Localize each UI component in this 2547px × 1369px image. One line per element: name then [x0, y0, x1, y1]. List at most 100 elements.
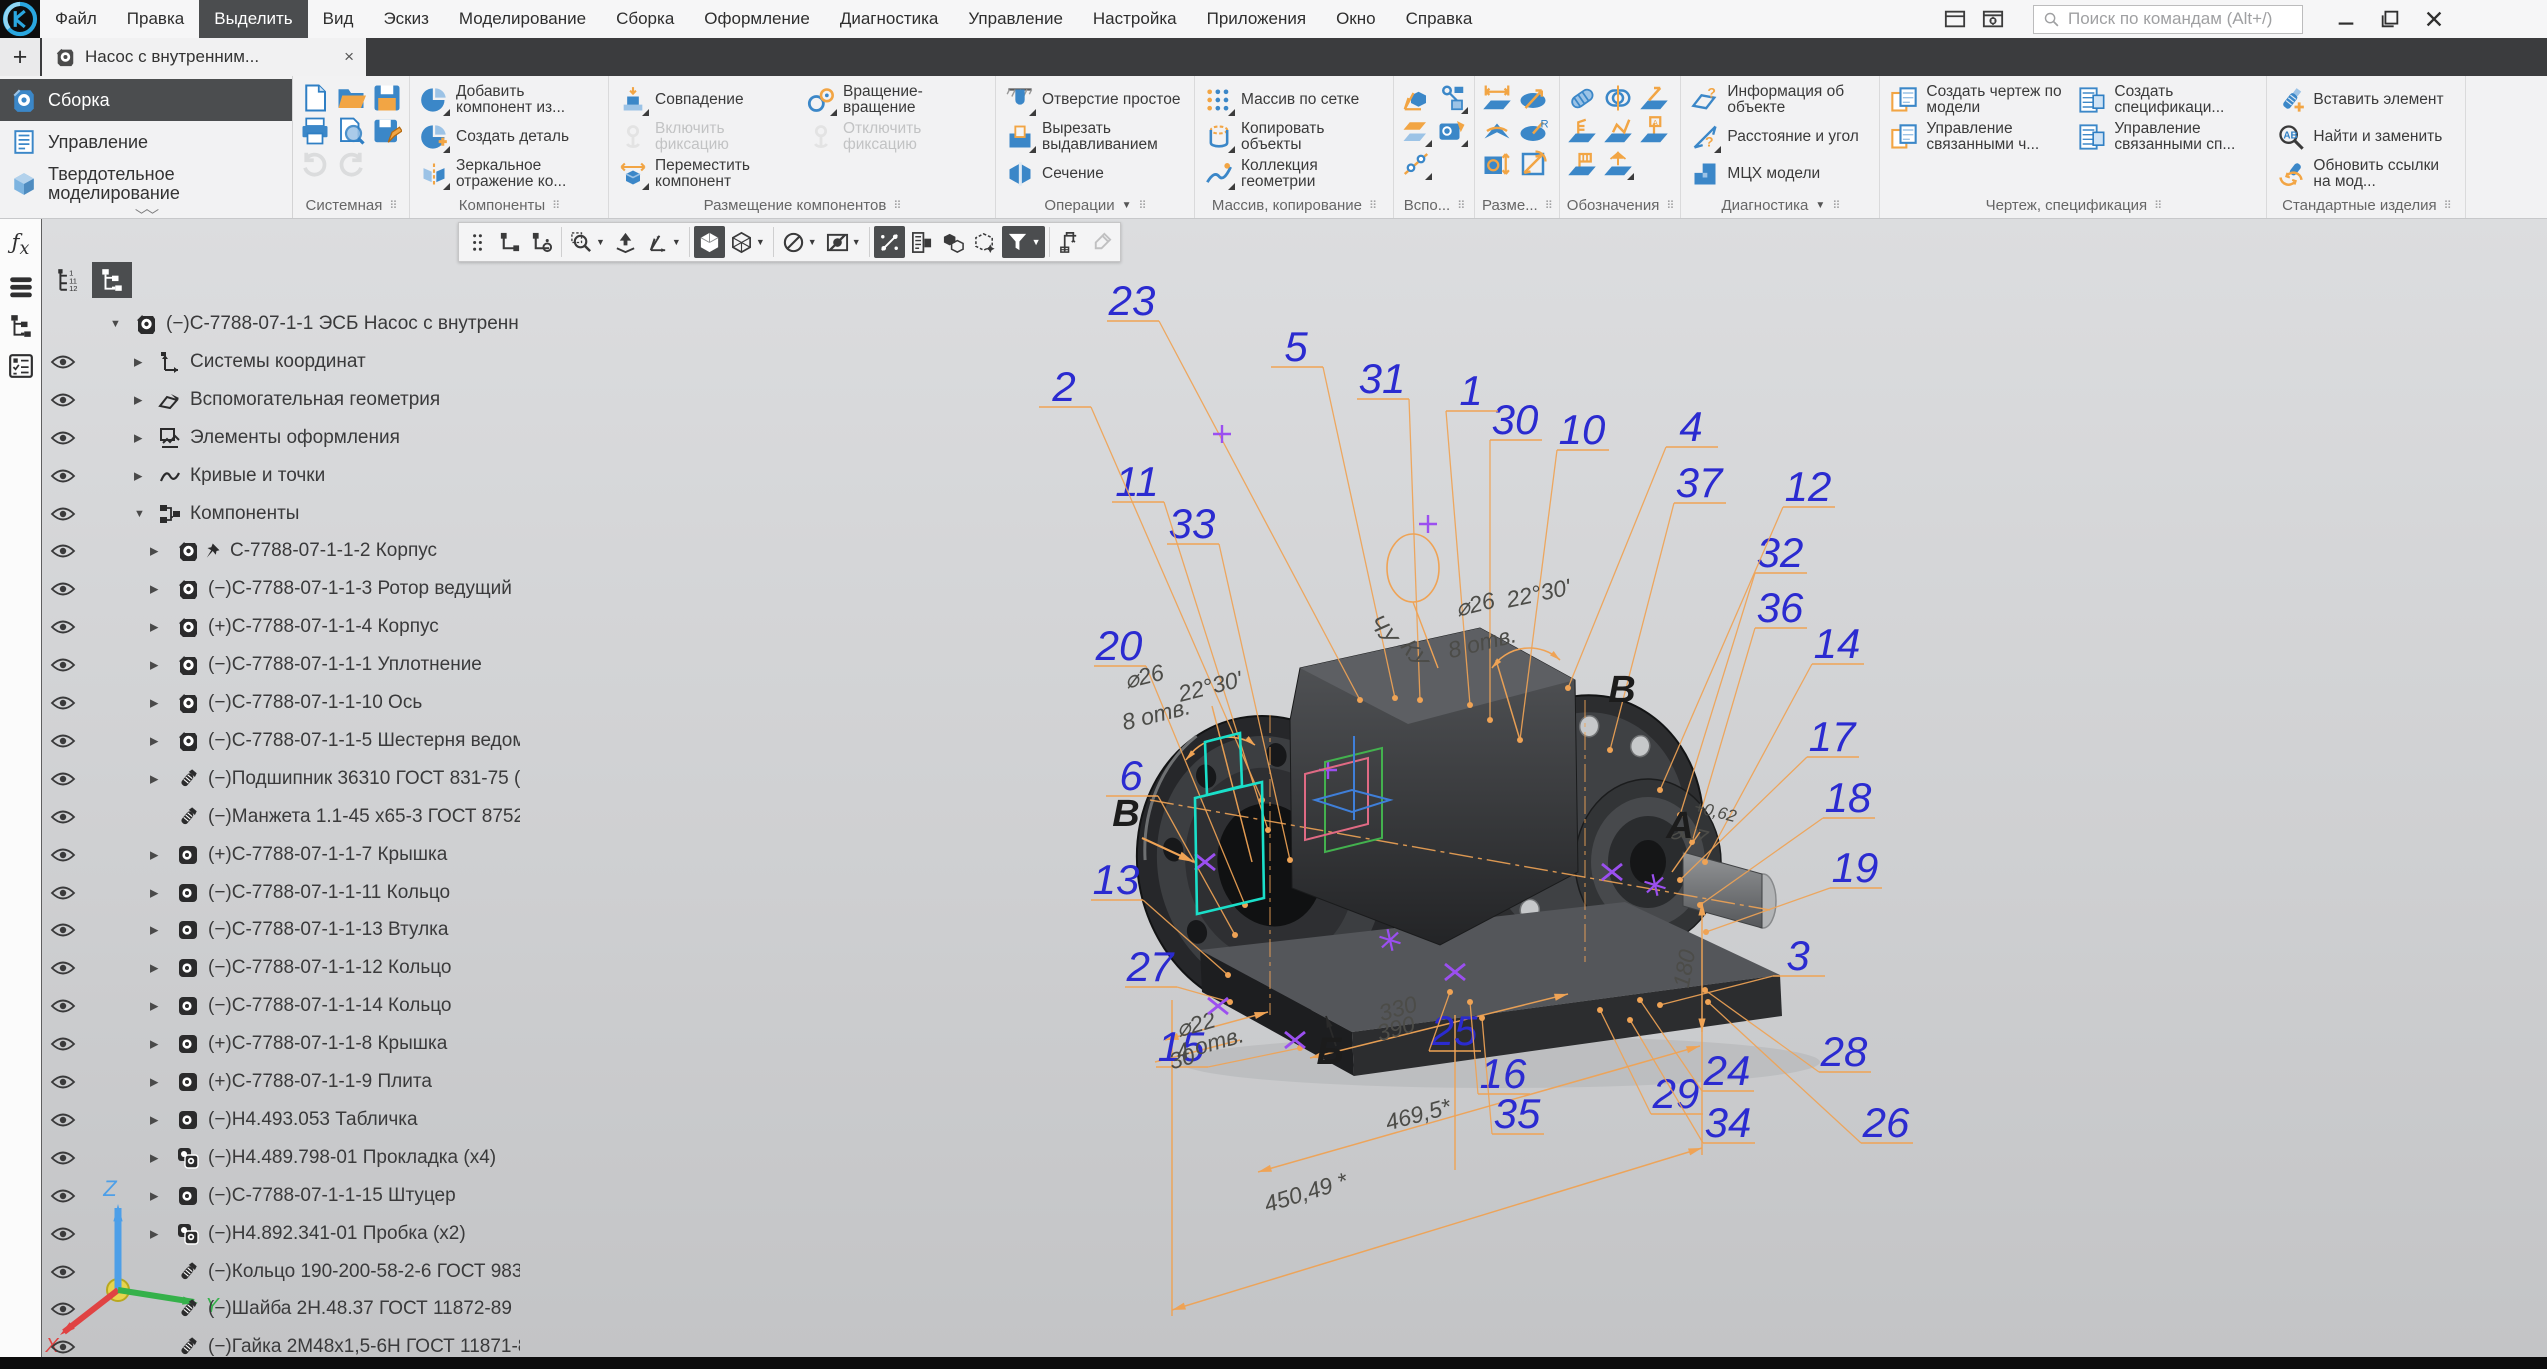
filter-objects-button[interactable]: ▼	[1001, 226, 1045, 258]
ribbon-icon-point-line[interactable]	[1401, 149, 1432, 180]
visibility-eye-icon[interactable]	[50, 1149, 76, 1166]
visibility-eye-icon[interactable]	[50, 1187, 76, 1204]
tree-group-components[interactable]: ▼ Компоненты	[42, 495, 520, 533]
ribbon-button-distance-angle[interactable]: Расстояние и угол	[1688, 118, 1872, 155]
expand-arrow[interactable]: ▶	[150, 1000, 158, 1013]
window-settings-icon[interactable]	[1981, 8, 2005, 30]
expand-arrow[interactable]: ▶	[150, 886, 158, 899]
tree-component[interactable]: ▶ (−)С-7788-07-1-1-15 Штуцер	[42, 1177, 520, 1215]
expand-arrow[interactable]: ▶	[150, 848, 158, 861]
ribbon-icon-mark-leader[interactable]	[1639, 83, 1669, 113]
tree-component[interactable]: ▶ (−)С-7788-07-1-1-5 Шестерня ведомая	[42, 722, 520, 760]
mode-management-mode[interactable]: Управление	[0, 121, 292, 163]
visibility-eye-icon[interactable]	[50, 1111, 76, 1128]
ribbon-icon-mark-roughness[interactable]	[1567, 83, 1597, 113]
crane-library-button[interactable]	[1054, 226, 1085, 258]
ribbon-icon-dim-diameter[interactable]	[1518, 83, 1548, 113]
visibility-eye-icon[interactable]	[50, 884, 76, 901]
mode-solid-modeling-mode[interactable]: Твердотельное моделирование	[0, 163, 292, 205]
visibility-eye-icon[interactable]	[50, 1301, 76, 1318]
tree-component[interactable]: ▶ (−)С-7788-07-1-1-11 Кольцо	[42, 874, 520, 912]
collapse-panel-button[interactable]: ﹀﹀	[0, 205, 292, 223]
tree-component[interactable]: ▶ (−)С-7788-07-1-1-13 Втулка	[42, 911, 520, 949]
ribbon-button-mate-coincident[interactable]: Совпадение	[616, 81, 800, 118]
tree-component[interactable]: ▶ (−)Н4.493.053 Табличка	[42, 1101, 520, 1139]
visibility-eye-icon[interactable]	[50, 1339, 76, 1356]
hide-objects-button[interactable]: ▼	[778, 226, 821, 258]
tree-component[interactable]: (−)Кольцо 190-200-58-2-6 ГОСТ 9833-	[42, 1253, 520, 1291]
ribbon-icon-mark-flag[interactable]	[1567, 149, 1597, 179]
menu-Эскиз[interactable]: Эскиз	[368, 0, 443, 38]
menu-Выделить[interactable]: Выделить	[199, 0, 308, 38]
expand-arrow[interactable]: ▶	[150, 583, 158, 596]
visibility-eye-icon[interactable]	[50, 695, 76, 712]
tree-group-curves-points[interactable]: ▶ Кривые и точки	[42, 457, 520, 495]
clipboard-panel-button[interactable]	[906, 226, 937, 258]
ribbon-icon-mark-check[interactable]	[1603, 116, 1633, 146]
ribbon-icon-dim-linear[interactable]	[1482, 83, 1512, 113]
menu-Диагностика[interactable]: Диагностика	[825, 0, 954, 38]
tab-close-icon[interactable]: ×	[344, 47, 354, 67]
menu-Моделирование[interactable]: Моделирование	[444, 0, 601, 38]
ribbon-button-add-component[interactable]: Добавить компонент из...	[417, 81, 601, 118]
ribbon-icon-preview[interactable]	[336, 116, 366, 146]
ribbon-icon-mark-tolerance[interactable]	[1603, 83, 1633, 113]
ribbon-button-geometry-collection[interactable]: Коллекция геометрии	[1202, 155, 1386, 192]
parameters-list-button[interactable]	[8, 273, 34, 299]
tree-component[interactable]: ▶ (−)С-7788-07-1-1-12 Кольцо	[42, 949, 520, 987]
expand-arrow[interactable]: ▶	[150, 734, 158, 747]
visibility-eye-icon[interactable]	[50, 543, 76, 560]
ribbon-icon-open[interactable]	[336, 83, 366, 113]
window-layout-icon[interactable]	[1943, 8, 1967, 30]
tree-component[interactable]: ▶ (−)Н4.489.798-01 Прокладка (x4)	[42, 1139, 520, 1177]
ribbon-icon-dim-vertical[interactable]	[1482, 149, 1512, 179]
expand-arrow[interactable]: ▶	[150, 659, 158, 672]
ribbon-icon-undo[interactable]	[300, 149, 330, 179]
expand-arrow[interactable]: ▶	[134, 469, 142, 482]
visibility-eye-icon[interactable]	[50, 619, 76, 636]
variables-fx-button[interactable]: ƒx	[12, 230, 30, 259]
ribbon-button-section[interactable]: Сечение	[1003, 155, 1187, 192]
ribbon-button-find-replace[interactable]: Найти и заменить	[2274, 118, 2458, 155]
display-mode-button[interactable]: ▼	[726, 226, 769, 258]
ribbon-button-mate-rotation[interactable]: Вращение-вращение	[804, 81, 988, 118]
restore-button[interactable]	[2375, 4, 2405, 34]
ribbon-button-mass-properties[interactable]: МЦХ модели	[1688, 155, 1872, 192]
visibility-eye-icon[interactable]	[50, 467, 76, 484]
close-button[interactable]	[2419, 4, 2449, 34]
menu-Файл[interactable]: Файл	[40, 0, 112, 38]
tree-component[interactable]: ▶ (+)С-7788-07-1-1-8 Крышка	[42, 1025, 520, 1063]
tree-panel-button[interactable]	[8, 313, 34, 339]
ribbon-icon-datum-plane[interactable]	[1401, 116, 1432, 147]
expand-arrow[interactable]: ▶	[150, 697, 158, 710]
tree-component[interactable]: ▶ (−)С-7788-07-1-1-3 Ротор ведущий	[42, 570, 520, 608]
components-display-button[interactable]	[938, 226, 969, 258]
ribbon-icon-new-doc[interactable]	[300, 83, 330, 113]
ribbon-icon-print[interactable]	[300, 116, 330, 146]
expand-arrow[interactable]: ▶	[150, 962, 158, 975]
ribbon-icon-mark-direction[interactable]	[1603, 149, 1634, 180]
visibility-eye-icon[interactable]	[50, 391, 76, 408]
placement-mode-alt-button[interactable]	[526, 226, 557, 258]
tree-component[interactable]: ▶ (−)Н4.892.341-01 Пробка (x2)	[42, 1215, 520, 1253]
drag-handle-button[interactable]	[462, 226, 493, 258]
tree-component[interactable]: (−)Гайка 2М48x1,5-6Н ГОСТ 11871-88	[42, 1328, 520, 1357]
zoom-area-button[interactable]: ▼	[566, 226, 609, 258]
visibility-eye-icon[interactable]	[50, 353, 76, 370]
expand-arrow[interactable]: ▼	[134, 508, 145, 520]
ribbon-icon-dim-radial[interactable]	[1518, 116, 1548, 146]
visibility-eye-icon[interactable]	[50, 1036, 76, 1053]
ribbon-button-create-part[interactable]: Создать деталь	[417, 118, 601, 155]
new-tab-button[interactable]: +	[0, 38, 42, 76]
tree-group-auxiliary-geometry[interactable]: ▶ Вспомогательная геометрия	[42, 381, 520, 419]
visibility-eye-icon[interactable]	[50, 581, 76, 598]
ribbon-button-manage-bom[interactable]: Управление связанными сп...	[2075, 118, 2259, 155]
expand-arrow[interactable]: ▶	[150, 621, 158, 634]
tree-structure-button[interactable]	[92, 262, 132, 298]
ribbon-button-grid-pattern[interactable]: Массив по сетке	[1202, 81, 1386, 118]
mode-assembly-mode[interactable]: Сборка	[0, 79, 292, 121]
menu-Управление[interactable]: Управление	[953, 0, 1078, 38]
placement-mode-button[interactable]	[494, 226, 525, 258]
expand-arrow[interactable]: ▶	[134, 355, 142, 368]
ribbon-icon-save[interactable]	[372, 83, 402, 113]
